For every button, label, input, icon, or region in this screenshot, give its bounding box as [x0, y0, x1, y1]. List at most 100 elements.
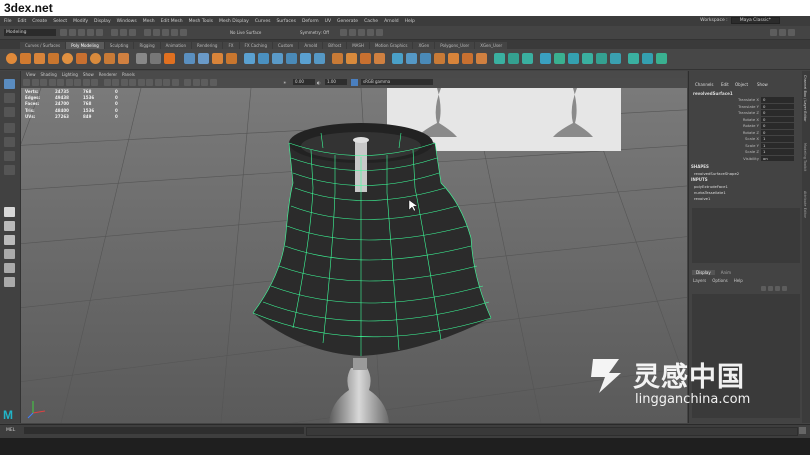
channel-menu-object[interactable]: Object: [735, 82, 748, 87]
poly-cylinder-icon[interactable]: [34, 53, 45, 64]
gate-mask-icon[interactable]: [74, 79, 81, 86]
viewport-menu-show[interactable]: Show: [83, 72, 94, 77]
select-hierarchy-icon[interactable]: [111, 29, 118, 36]
viewport-menu-panels[interactable]: Panels: [122, 72, 135, 77]
menu-deform[interactable]: Deform: [302, 19, 319, 24]
paint-select-tool-icon[interactable]: [4, 107, 15, 117]
layout-uv-icon[interactable]: [610, 53, 621, 64]
layer-menu-layers[interactable]: Layers: [693, 278, 706, 283]
menu-surfaces[interactable]: Surfaces: [276, 19, 296, 24]
fill-hole-icon[interactable]: [314, 53, 325, 64]
layer-tab-display[interactable]: Display: [692, 270, 715, 275]
channel-box-icon[interactable]: [788, 29, 795, 36]
poly-sphere-icon[interactable]: [6, 53, 17, 64]
shelf-tab-poly-modeling[interactable]: Poly Modeling: [66, 42, 104, 49]
uv-editor-icon[interactable]: [554, 53, 565, 64]
poly-cube-icon[interactable]: [20, 53, 31, 64]
automatic-map-icon[interactable]: [582, 53, 593, 64]
xray-icon[interactable]: [192, 79, 200, 86]
shelf-tab-polygons-user[interactable]: Polygons_User: [435, 42, 475, 49]
menu-cache[interactable]: Cache: [364, 19, 378, 24]
menu-create[interactable]: Create: [32, 19, 47, 24]
four-view-layout-icon[interactable]: [4, 221, 15, 231]
side-tab-attribute-editor[interactable]: Attribute Editor: [803, 191, 807, 218]
persp-graph-layout-icon[interactable]: [4, 249, 15, 259]
harden-edge-icon[interactable]: [656, 53, 667, 64]
viewport-menu-view[interactable]: View: [26, 72, 36, 77]
shelf-tab-rendering[interactable]: Rendering: [192, 42, 223, 49]
offset-edge-loop-icon[interactable]: [360, 53, 371, 64]
layer-tab-anim[interactable]: Anim: [715, 270, 737, 275]
move-layer-down-icon[interactable]: [768, 286, 773, 291]
shelf-tab-motion-graphics[interactable]: Motion Graphics: [369, 42, 413, 49]
smooth-shade-icon[interactable]: [112, 79, 119, 86]
menu-mesh-display[interactable]: Mesh Display: [219, 19, 249, 24]
xray-joints-icon[interactable]: [201, 79, 208, 86]
isolate-select-icon[interactable]: [184, 79, 191, 86]
menu-display[interactable]: Display: [94, 19, 111, 24]
input-node[interactable]: polyExtrudeFace1: [694, 184, 728, 189]
color-space-dropdown[interactable]: sRGB gamma: [361, 79, 433, 85]
mirror-icon[interactable]: [244, 53, 255, 64]
side-tab-channel-box[interactable]: Channel Box / Layer Editor: [803, 75, 807, 122]
redo-icon[interactable]: [96, 29, 103, 36]
poly-text-icon[interactable]: [150, 53, 161, 64]
screen-space-ao-icon[interactable]: [154, 79, 162, 86]
snap-surface-icon[interactable]: [180, 29, 187, 36]
move-tool-icon[interactable]: [4, 123, 15, 133]
shelf-tab-custom[interactable]: Custom: [273, 42, 299, 49]
poly-torus-icon[interactable]: [62, 53, 73, 64]
hypershade-layout-icon[interactable]: [4, 263, 15, 273]
slide-edge-icon[interactable]: [406, 53, 417, 64]
modeling-toolkit-icon[interactable]: [770, 29, 777, 36]
collapse-icon[interactable]: [434, 53, 445, 64]
menu-set-dropdown[interactable]: Modeling: [4, 29, 56, 36]
shape-node[interactable]: revolvedSurfaceShape2: [694, 171, 739, 176]
unfold-icon[interactable]: [596, 53, 607, 64]
ipr-render-icon[interactable]: [358, 29, 365, 36]
motion-blur-icon[interactable]: [163, 79, 170, 86]
select-component-icon[interactable]: [129, 29, 136, 36]
remesh-icon[interactable]: [508, 53, 519, 64]
booleans-icon[interactable]: [226, 53, 237, 64]
input-node[interactable]: revolve1: [694, 196, 710, 201]
menu-uv[interactable]: UV: [325, 19, 331, 24]
outliner-layout-icon[interactable]: [4, 277, 15, 287]
rotate-tool-icon[interactable]: [4, 137, 15, 147]
bookmark-icon[interactable]: [31, 79, 39, 86]
last-tool-icon[interactable]: [4, 165, 15, 175]
planar-map-icon[interactable]: [568, 53, 579, 64]
render-current-icon[interactable]: [349, 29, 356, 36]
image-plane-icon[interactable]: [40, 79, 47, 86]
menu-help[interactable]: Help: [405, 19, 415, 24]
field-chart-icon[interactable]: [82, 79, 90, 86]
gamma-field[interactable]: 1.00: [325, 79, 347, 85]
reduce-icon[interactable]: [494, 53, 505, 64]
snap-curve-icon[interactable]: [153, 29, 160, 36]
symmetry-field[interactable]: Symmetry: Off: [300, 30, 329, 35]
menu-select[interactable]: Select: [53, 19, 67, 24]
super-shape-icon[interactable]: [118, 53, 129, 64]
workspace-dropdown[interactable]: Maya Classic*: [730, 17, 780, 24]
insert-edge-loop-icon[interactable]: [346, 53, 357, 64]
append-to-polygon-icon[interactable]: [300, 53, 311, 64]
menu-edit[interactable]: Edit: [18, 19, 27, 24]
safe-action-icon[interactable]: [91, 79, 98, 86]
persp-outliner-layout-icon[interactable]: [4, 235, 15, 245]
viewport-menu-renderer[interactable]: Renderer: [99, 72, 117, 77]
retopologize-icon[interactable]: [522, 53, 533, 64]
side-tab-modeling-toolkit[interactable]: Modeling Toolkit: [803, 143, 807, 171]
target-weld-icon[interactable]: [374, 53, 385, 64]
menu-generate[interactable]: Generate: [337, 19, 358, 24]
menu-arnold[interactable]: Arnold: [384, 19, 399, 24]
quad-draw-icon[interactable]: [392, 53, 403, 64]
undo-icon[interactable]: [87, 29, 94, 36]
attribute-editor-icon[interactable]: [779, 29, 786, 36]
wireframe-on-shaded-icon[interactable]: [120, 79, 128, 86]
separate-icon[interactable]: [198, 53, 209, 64]
shelf-tab-xgen[interactable]: XGen: [413, 42, 435, 49]
shelf-tab-bifrost[interactable]: Bifrost: [323, 42, 347, 49]
select-object-icon[interactable]: [120, 29, 127, 36]
render-view-icon[interactable]: [340, 29, 347, 36]
render-settings-icon[interactable]: [367, 29, 374, 36]
